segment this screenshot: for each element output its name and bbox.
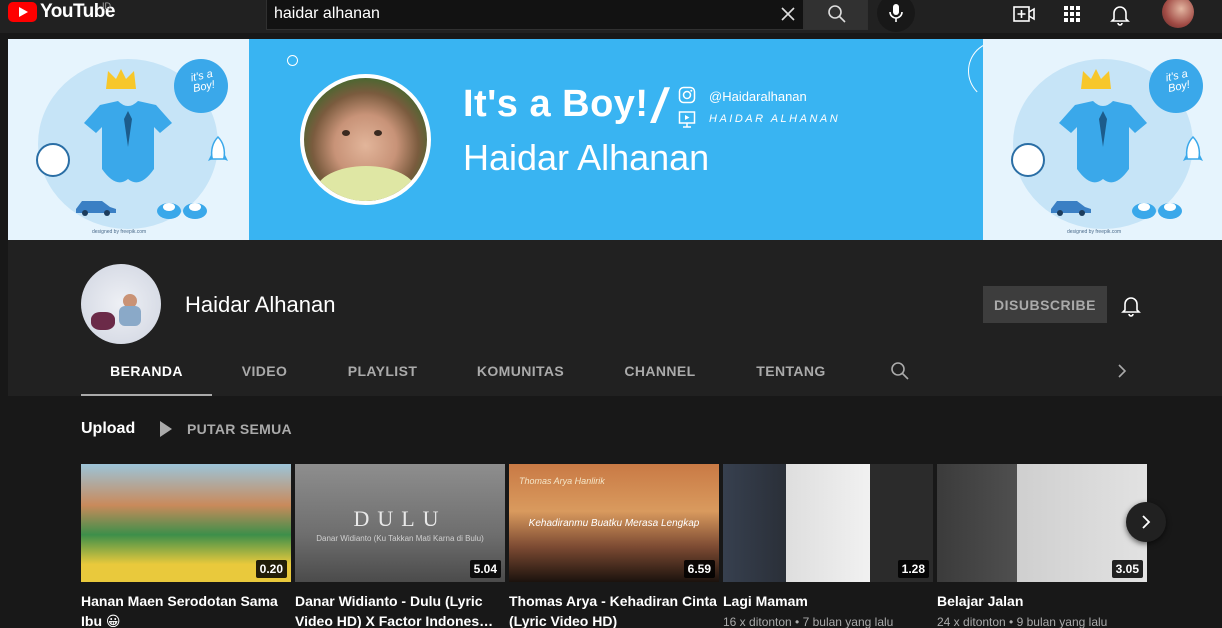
notification-bell-icon[interactable] (1119, 293, 1143, 317)
region-label: ID (102, 1, 111, 11)
video-thumbnail[interactable]: DULU Danar Widianto (Ku Takkan Mati Karn… (295, 464, 505, 582)
banner-credit: designed by freepik.com (92, 229, 147, 235)
search-button[interactable] (804, 0, 868, 30)
notifications-icon[interactable] (1108, 2, 1132, 26)
play-all-label: PUTAR SEMUA (187, 421, 292, 437)
onesie-icon (1059, 101, 1147, 183)
video-title[interactable]: Hanan Maen Serodotan Sama Ibu 😀 (81, 591, 291, 628)
youtube-play-icon (8, 2, 37, 22)
thumbnail-text: Kehadiranmu Buatku Merasa Lengkap (528, 518, 700, 529)
video-thumbnail[interactable]: Thomas Arya Hanlirik Kehadiranmu Buatku … (509, 464, 719, 582)
channel-content: Upload PUTAR SEMUA 0.20 Hanan Maen Serod… (8, 396, 1222, 628)
tab-video[interactable]: VIDEO (212, 352, 317, 396)
video-card[interactable]: 3.05 Belajar Jalan 24 x ditonton • 9 bul… (937, 464, 1147, 628)
banner-illustration-right: it's a Boy! designed by freepik.com (983, 39, 1222, 240)
shelf-next-button[interactable] (1126, 502, 1166, 542)
channel-banner: it's a Boy! designed by freepik.com It's… (8, 39, 1222, 240)
instagram-handle: @Haidaralhanan (709, 89, 807, 104)
video-meta: 24 x ditonton • 9 bulan yang lalu (937, 615, 1108, 628)
car-icon (76, 201, 116, 216)
tab-beranda[interactable]: BERANDA (81, 352, 212, 396)
thumbnail-script-text: Thomas Arya Hanlirik (519, 476, 605, 486)
video-duration: 5.04 (469, 560, 501, 578)
banner-channel-name: Haidar Alhanan (463, 137, 710, 178)
video-title[interactable]: Thomas Arya - Kehadiran Cinta (Lyric Vid… (509, 591, 719, 628)
video-thumbnail[interactable]: 3.05 (937, 464, 1147, 582)
search-input[interactable] (267, 0, 767, 29)
banner-heading: It's a Boy! (463, 83, 649, 125)
channel-header: Haidar Alhanan DISUBSCRIBE BERANDA VIDEO… (8, 240, 1222, 396)
crown-icon (106, 69, 136, 89)
banner-baby-photo (300, 74, 431, 205)
video-title[interactable]: Belajar Jalan (937, 591, 1147, 611)
tab-tentang[interactable]: TENTANG (727, 352, 855, 396)
video-card[interactable]: 0.20 Hanan Maen Serodotan Sama Ibu 😀 (81, 464, 291, 628)
crown-icon (1081, 69, 1111, 89)
clear-icon[interactable] (778, 4, 798, 24)
create-icon[interactable] (1012, 2, 1036, 26)
top-bar: YouTube ID (0, 0, 1222, 33)
baby-shoes-icon (1132, 203, 1182, 219)
video-meta: 16 x ditonton • 7 bulan yang lalu (723, 615, 894, 628)
tab-channel[interactable]: CHANNEL (593, 352, 727, 396)
search-icon (828, 5, 846, 23)
youtube-screen-icon (678, 111, 696, 128)
video-title[interactable]: Danar Widianto - Dulu (Lyric Video HD) X… (295, 591, 505, 628)
video-card[interactable]: 1.28 Lagi Mamam 16 x ditonton • 7 bulan … (723, 464, 933, 628)
video-title[interactable]: Lagi Mamam (723, 591, 933, 611)
video-card[interactable]: DULU Danar Widianto (Ku Takkan Mati Karn… (295, 464, 505, 628)
instagram-icon (678, 86, 696, 104)
video-thumbnail[interactable]: 1.28 (723, 464, 933, 582)
banner-credit: designed by freepik.com (1067, 229, 1122, 235)
chevron-right-icon (1142, 515, 1151, 529)
rocket-icon (208, 135, 228, 161)
shelf-title[interactable]: Upload (81, 420, 135, 438)
search-box (266, 0, 804, 30)
voice-search-button[interactable] (877, 0, 915, 32)
channel-search-icon[interactable] (890, 361, 910, 381)
account-avatar[interactable] (1162, 0, 1194, 28)
apps-icon[interactable] (1060, 2, 1084, 26)
tab-komunitas[interactable]: KOMUNITAS (448, 352, 593, 396)
channel-avatar[interactable] (81, 264, 161, 344)
tabs-chevron-right-icon[interactable] (1114, 363, 1130, 379)
car-icon (1051, 201, 1091, 216)
youtube-channel-label: HAIDAR ALHANAN (709, 113, 841, 125)
thumbnail-subtext: Danar Widianto (Ku Takkan Mati Karna di … (316, 534, 484, 543)
soccer-ball-icon (36, 143, 70, 177)
video-duration: 3.05 (1111, 560, 1143, 578)
play-all-button[interactable]: PUTAR SEMUA (160, 421, 292, 437)
video-duration: 6.59 (683, 560, 715, 578)
youtube-channel-page: YouTube ID haidar alhanan it's a Boy! de… (0, 0, 1222, 628)
thumbnail-text: DULU (353, 506, 447, 531)
tab-playlist[interactable]: PLAYLIST (317, 352, 448, 396)
banner-slash: / (647, 80, 672, 133)
microphone-icon (889, 4, 903, 22)
video-thumbnail[interactable]: 0.20 (81, 464, 291, 582)
subscribed-button[interactable]: DISUBSCRIBE (983, 286, 1107, 323)
onesie-icon (84, 101, 172, 183)
banner-illustration-left: it's a Boy! designed by freepik.com (8, 39, 249, 240)
banner-decoration-circle (287, 55, 298, 66)
baby-shoes-icon (157, 203, 207, 219)
channel-name: Haidar Alhanan (185, 292, 336, 317)
youtube-logo[interactable]: YouTube (8, 1, 115, 23)
rocket-icon (1183, 135, 1203, 161)
soccer-ball-icon (1011, 143, 1045, 177)
video-duration: 1.28 (897, 560, 929, 578)
video-card[interactable]: Thomas Arya Hanlirik Kehadiranmu Buatku … (509, 464, 719, 628)
video-duration: 0.20 (255, 560, 287, 578)
play-icon (160, 421, 172, 437)
